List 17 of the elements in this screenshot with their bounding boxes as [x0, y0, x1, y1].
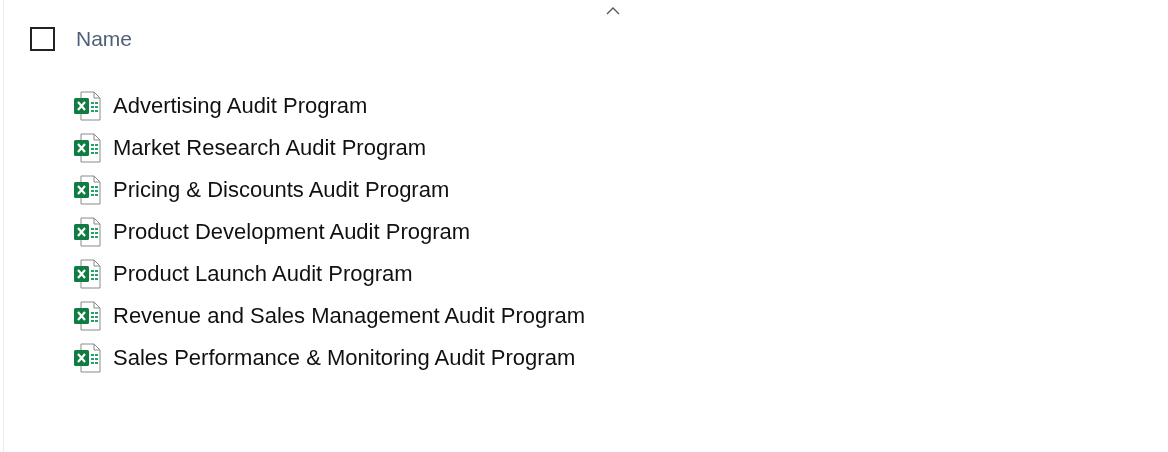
select-all-checkbox[interactable] [30, 26, 55, 51]
file-name[interactable]: Market Research Audit Program [113, 131, 427, 164]
name-column-header[interactable]: Name [76, 23, 133, 55]
spreadsheet-file-icon [73, 174, 101, 205]
file-name[interactable]: Product Launch Audit Program [113, 257, 413, 290]
file-name[interactable]: Product Development Audit Program [113, 215, 471, 248]
sort-caret-icon[interactable] [605, 6, 621, 16]
file-name[interactable]: Revenue and Sales Management Audit Program [113, 299, 586, 332]
file-name[interactable]: Pricing & Discounts Audit Program [113, 173, 450, 206]
file-name[interactable]: Sales Performance & Monitoring Audit Program [113, 341, 576, 374]
spreadsheet-file-icon [73, 216, 101, 247]
spreadsheet-file-icon [73, 342, 101, 373]
spreadsheet-file-icon [73, 90, 101, 121]
spreadsheet-file-icon [73, 132, 101, 163]
file-name[interactable]: Advertising Audit Program [113, 89, 368, 122]
spreadsheet-file-icon [73, 258, 101, 289]
spreadsheet-file-icon [73, 300, 101, 331]
